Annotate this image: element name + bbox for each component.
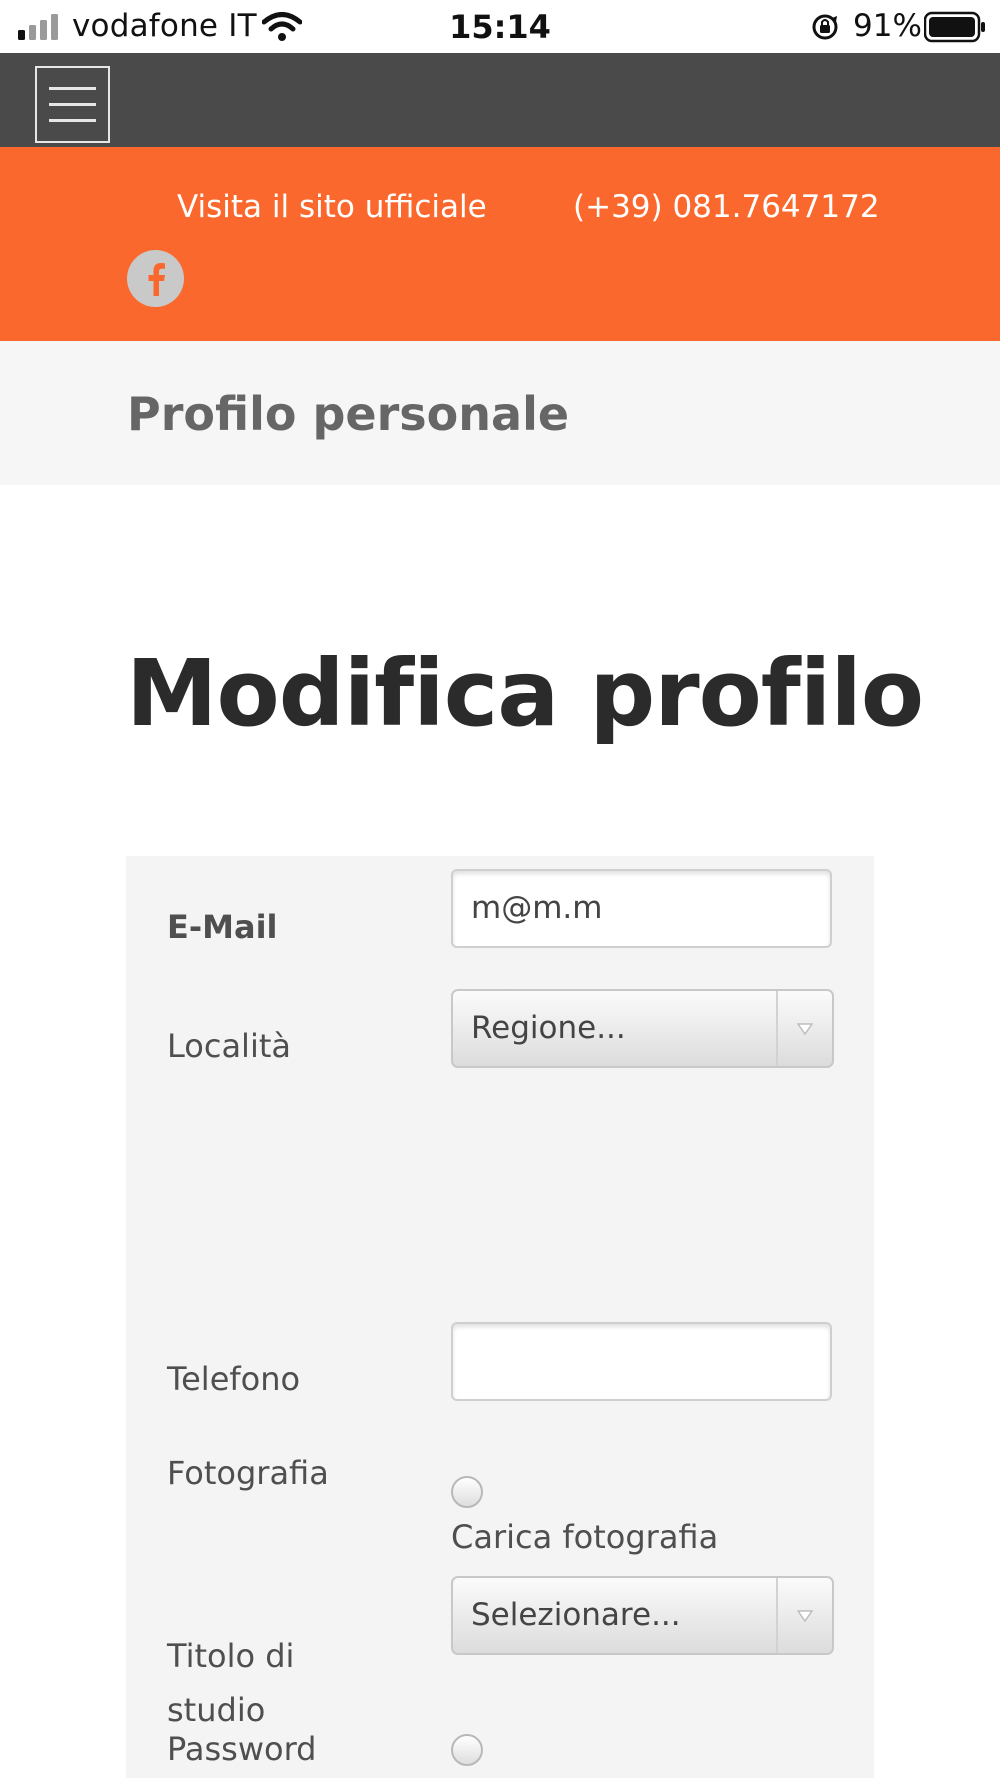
- phone-field[interactable]: [451, 1322, 832, 1401]
- orientation-lock-icon: [812, 14, 838, 40]
- edit-profile-form: E-Mail m@m.m Località Regione... Telefon…: [126, 856, 874, 1778]
- email-label: E-Mail: [167, 908, 278, 946]
- top-navbar: [0, 53, 1000, 147]
- phone-label: Telefono: [167, 1360, 301, 1398]
- facebook-icon[interactable]: [127, 250, 184, 307]
- photo-label: Fotografia: [167, 1454, 329, 1492]
- region-select-value: Regione...: [471, 1010, 626, 1046]
- education-label: Titolo di studio: [167, 1637, 295, 1729]
- info-bar: Visita il sito ufficiale (+39) 081.76471…: [0, 147, 1000, 341]
- region-select[interactable]: Regione...: [451, 989, 834, 1068]
- location-label: Località: [167, 1027, 291, 1065]
- battery-icon: [924, 11, 985, 43]
- battery-percentage: 91%: [853, 8, 922, 44]
- clock: 15:14: [449, 8, 551, 46]
- status-bar: vodafone IT 15:14 91%: [0, 0, 1000, 53]
- phone-link[interactable]: (+39) 081.7647172: [573, 189, 880, 225]
- education-select-value: Selezionare...: [471, 1597, 681, 1633]
- official-site-link[interactable]: Visita il sito ufficiale: [177, 189, 487, 225]
- upload-photo-caption: Carica fotografia: [451, 1518, 719, 1556]
- page-header: Profilo personale: [0, 341, 1000, 485]
- email-field[interactable]: m@m.m: [451, 869, 832, 948]
- upload-photo-checkbox[interactable]: [451, 1476, 483, 1508]
- password-checkbox[interactable]: [451, 1734, 483, 1766]
- page-title: Profilo personale: [127, 387, 570, 441]
- chevron-down-icon: [776, 1578, 832, 1653]
- hamburger-menu-icon[interactable]: [35, 66, 110, 143]
- education-select[interactable]: Selezionare...: [451, 1576, 834, 1655]
- main-heading: Modifica profilo: [126, 640, 924, 747]
- chevron-down-icon: [776, 991, 832, 1066]
- password-label: Password: [167, 1730, 317, 1768]
